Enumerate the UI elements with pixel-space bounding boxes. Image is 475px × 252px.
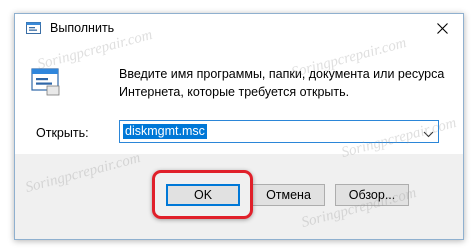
window-title: Выполнить — [50, 21, 115, 35]
cancel-button[interactable]: Отмена — [252, 184, 325, 206]
run-dialog: Выполнить Введите имя программы, папки, … — [14, 13, 464, 240]
run-icon — [26, 21, 41, 36]
run-program-icon — [31, 66, 61, 96]
ok-button[interactable]: OK — [166, 184, 240, 206]
close-icon — [436, 22, 448, 37]
screenshot-stage: Выполнить Введите имя программы, папки, … — [0, 0, 475, 252]
description-line-1: Введите имя программы, папки, документа … — [119, 67, 445, 81]
description-line-2: Интернета, которые требуется открыть. — [119, 85, 350, 99]
open-label: Открыть: — [36, 126, 89, 140]
close-button[interactable] — [421, 14, 463, 44]
open-input-value[interactable]: diskmgmt.msc — [123, 124, 207, 139]
browse-button[interactable]: Обзор... — [335, 184, 409, 206]
open-combobox[interactable]: diskmgmt.msc — [119, 120, 439, 143]
description-text: Введите имя программы, папки, документа … — [119, 65, 449, 101]
title-bar[interactable]: Выполнить — [15, 14, 463, 44]
chevron-down-icon[interactable] — [423, 127, 434, 138]
